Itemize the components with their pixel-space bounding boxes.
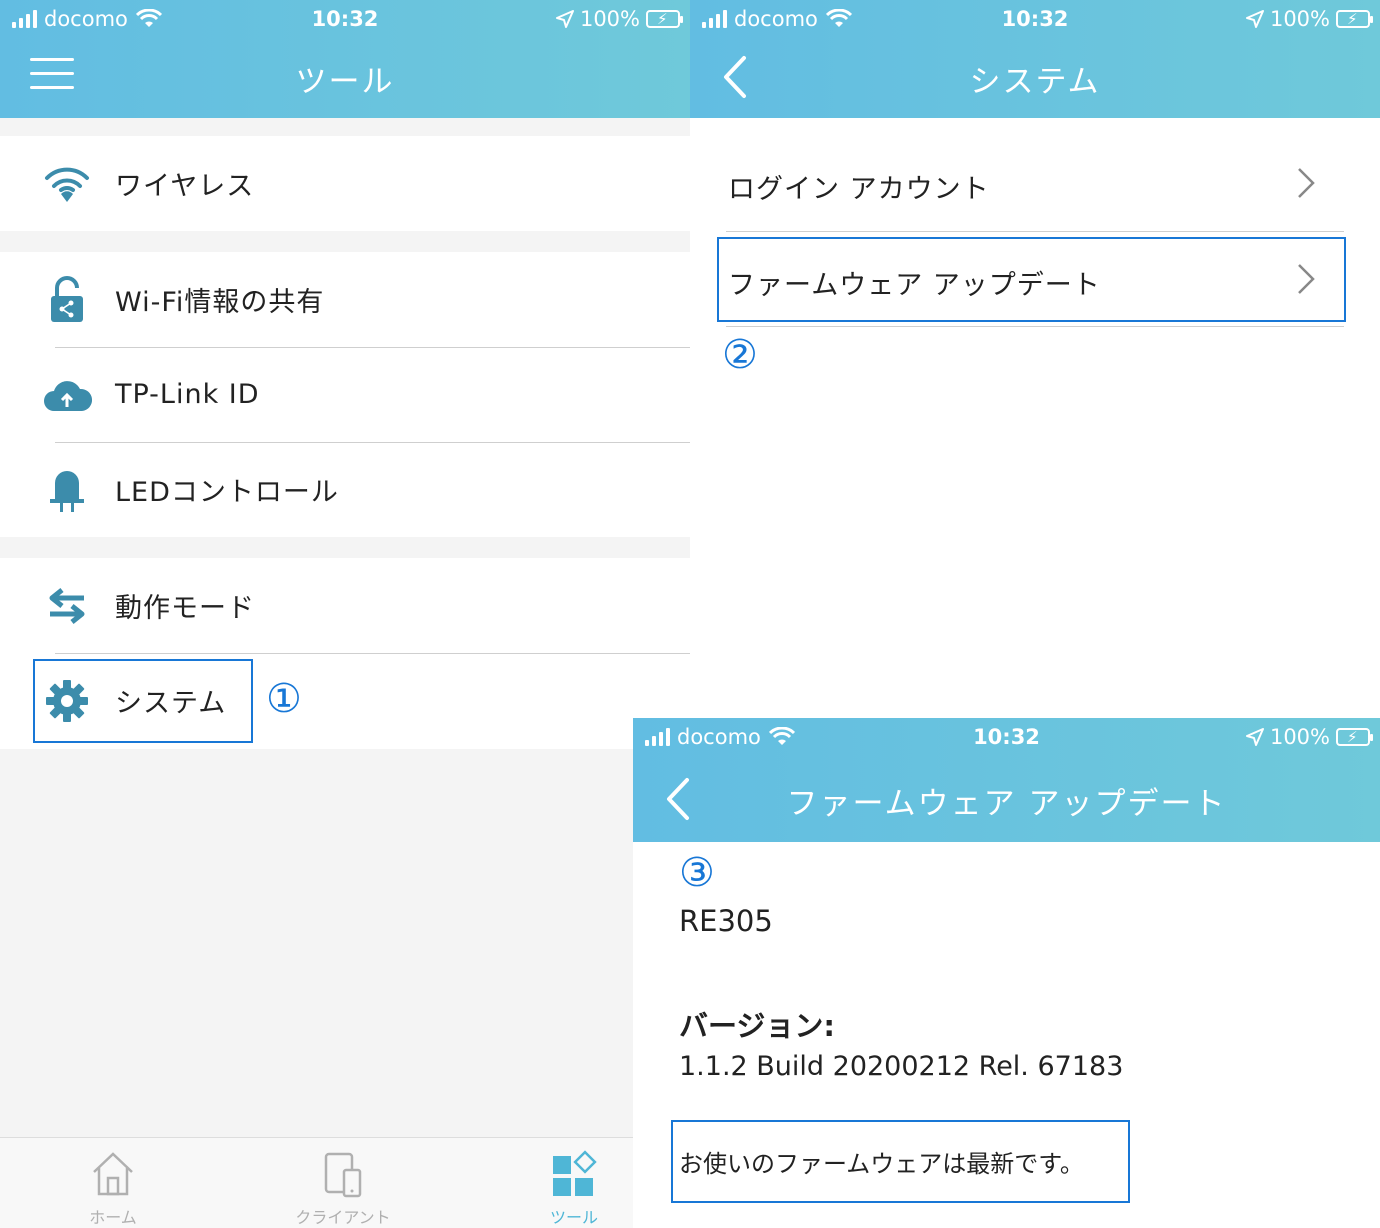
tools-grid-icon <box>553 1150 597 1196</box>
tab-tools[interactable]: ツール <box>494 1138 654 1228</box>
location-icon <box>555 10 574 28</box>
tool-item-label: ワイヤレス <box>115 171 255 202</box>
status-bar: docomo 10:32 100% ⚡ <box>690 0 1380 38</box>
firmware-status-message: お使いのファームウェアは最新です。 <box>679 1150 1084 1178</box>
tab-clients[interactable]: クライアント <box>263 1138 423 1228</box>
tool-item-operation-mode[interactable]: 動作モード <box>0 558 690 653</box>
tool-item-label: TP-Link ID <box>115 379 260 410</box>
composite-screenshot: docomo 10:32 100% ⚡ ツール ワイヤレス Wi-Fi情報の共有… <box>0 0 1380 1228</box>
battery-percent: 100% <box>1269 725 1330 749</box>
firmware-highlight-box <box>717 237 1346 322</box>
wifi-status-icon <box>768 727 795 745</box>
home-icon <box>93 1152 133 1196</box>
battery-percent: 100% <box>1269 7 1330 31</box>
version-value: 1.1.2 Build 20200212 Rel. 67183 <box>679 1051 1124 1082</box>
page-title: ツール <box>295 64 395 100</box>
status-right: 100% ⚡ <box>1245 7 1373 31</box>
cloud-upload-icon <box>42 370 92 420</box>
location-icon <box>1245 10 1264 28</box>
tab-label: ツール <box>549 1208 598 1227</box>
status-time: 10:32 <box>1001 7 1069 31</box>
wireless-group: ワイヤレス <box>0 136 690 231</box>
tool-item-led-control[interactable]: LEDコントロール <box>0 442 690 537</box>
location-icon <box>1245 728 1264 746</box>
carrier-name: docomo <box>734 7 818 31</box>
version-label: バージョン: <box>679 1009 836 1043</box>
tool-item-wireless[interactable]: ワイヤレス <box>0 136 690 231</box>
system-item-login-account[interactable]: ログイン アカウント <box>726 136 1344 231</box>
divider <box>726 326 1344 327</box>
carrier: docomo <box>645 725 795 749</box>
signal-icon <box>645 728 670 746</box>
info-group: Wi-Fi情報の共有 TP-Link ID LEDコントロール <box>0 252 690 537</box>
swap-arrows-icon <box>42 581 92 631</box>
battery-icon: ⚡ <box>646 10 683 28</box>
status-time: 10:32 <box>973 725 1040 749</box>
page-title: システム <box>969 64 1101 100</box>
status-right: 100% ⚡ <box>555 7 683 31</box>
wifi-status-icon <box>135 9 162 27</box>
system-header: docomo 10:32 100% ⚡ システム <box>690 0 1380 118</box>
status-bar: docomo 10:32 100% ⚡ <box>633 718 1380 756</box>
share-lock-icon <box>42 275 92 325</box>
tab-home[interactable]: ホーム <box>33 1138 193 1228</box>
tool-item-label: Wi-Fi情報の共有 <box>115 287 325 318</box>
tool-item-tplink-id[interactable]: TP-Link ID <box>0 347 690 442</box>
tool-item-label: 動作モード <box>115 593 255 624</box>
tools-header: docomo 10:32 100% ⚡ ツール <box>0 0 690 118</box>
carrier: docomo <box>12 7 162 31</box>
wifi-status-icon <box>825 9 852 27</box>
battery-icon: ⚡ <box>1336 10 1373 28</box>
tab-label: クライアント <box>295 1208 391 1227</box>
system-screen: docomo 10:32 100% ⚡ システム ログイン アカウント ファーム… <box>690 0 1380 718</box>
step-marker-3: ③ <box>679 850 715 896</box>
step-marker-2: ② <box>722 332 758 378</box>
system-item-label: ログイン アカウント <box>728 174 990 205</box>
tab-bar: ホーム クライアント ツール <box>0 1137 633 1228</box>
status-right: 100% ⚡ <box>1245 725 1373 749</box>
tools-screen: docomo 10:32 100% ⚡ ツール ワイヤレス Wi-Fi情報の共有… <box>0 0 690 1228</box>
carrier-name: docomo <box>677 725 761 749</box>
battery-icon: ⚡ <box>1336 728 1373 746</box>
signal-icon <box>702 10 727 28</box>
tool-item-wifi-share[interactable]: Wi-Fi情報の共有 <box>0 252 690 347</box>
step-marker-1: ① <box>266 676 302 722</box>
tab-label: ホーム <box>89 1208 137 1227</box>
firmware-header: docomo 10:32 100% ⚡ ファームウェア アップデート <box>633 718 1380 842</box>
system-highlight-box <box>33 659 253 743</box>
wifi-icon <box>42 159 92 209</box>
chevron-right-icon <box>1298 168 1315 198</box>
carrier: docomo <box>702 7 852 31</box>
page-title: ファームウェア アップデート <box>786 786 1227 822</box>
status-time: 10:32 <box>311 7 379 31</box>
carrier-name: docomo <box>44 7 128 31</box>
led-icon <box>42 465 92 515</box>
status-bar: docomo 10:32 100% ⚡ <box>0 0 690 38</box>
device-model: RE305 <box>679 904 773 938</box>
firmware-update-screen: docomo 10:32 100% ⚡ ファームウェア アップデート ③ RE3… <box>633 718 1380 1228</box>
tool-item-label: LEDコントロール <box>115 477 339 508</box>
battery-percent: 100% <box>579 7 640 31</box>
devices-icon <box>324 1152 362 1198</box>
signal-icon <box>12 10 37 28</box>
